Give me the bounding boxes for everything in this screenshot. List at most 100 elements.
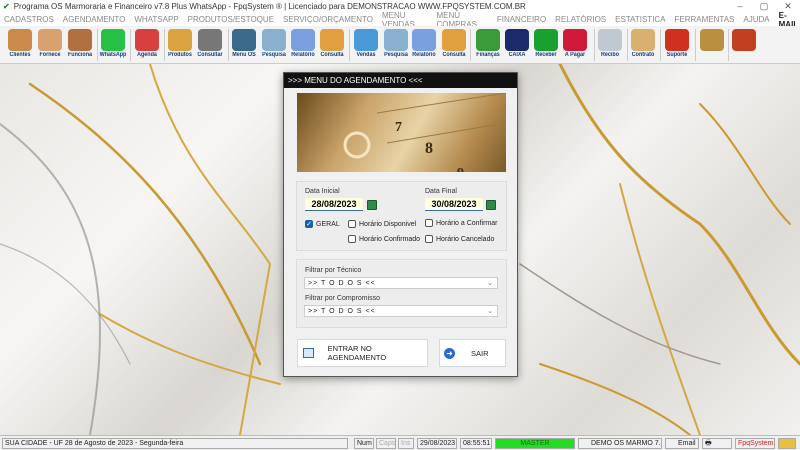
toolbar-button[interactable]: Contrato [628, 27, 658, 63]
window-icon [303, 348, 314, 358]
menu-item[interactable]: ESTATISTICA [615, 15, 665, 24]
toolbar-icon [700, 29, 724, 51]
toolbar-button[interactable]: Consulta [439, 27, 469, 63]
date-end-label: Data Final [425, 188, 457, 195]
toolbar-separator [97, 29, 98, 61]
status-brand: FpqSystem [735, 438, 775, 449]
toolbar-button[interactable]: CAIXA [502, 27, 532, 63]
status-company: DEMO OS MARMO 7.8 [578, 438, 662, 449]
checkbox-horario-disponivel[interactable]: Horário Disponivel [348, 220, 416, 228]
status-caps: Caps [376, 438, 396, 449]
toolbar-icon [598, 29, 622, 51]
toolbar-button[interactable] [697, 27, 727, 63]
filter-compromisso-label: Filtrar por Compromisso [305, 295, 381, 302]
toolbar-icon [442, 29, 466, 51]
toolbar-icon [262, 29, 286, 51]
agenda-menu-dialog: >>> MENU DO AGENDAMENTO <<< 7 8 9 Data Ini… [283, 72, 518, 377]
menu-item[interactable]: FERRAMENTAS [675, 15, 735, 24]
toolbar-separator [349, 29, 350, 61]
filter-compromisso-select[interactable]: >> T O D O S << ⌄ [304, 305, 498, 317]
filters-group: Filtrar por Técnico >> T O D O S << ⌄ Fil… [296, 259, 507, 328]
menu-item[interactable]: WHATSAPP [134, 15, 178, 24]
toolbar-button[interactable]: Relatório [288, 27, 318, 63]
minimize-button[interactable]: – [728, 0, 752, 13]
toolbar-button[interactable]: Receber [531, 27, 561, 63]
svg-text:8: 8 [425, 140, 433, 157]
checkbox-horario-confirmado[interactable]: Horário Confirmado [348, 235, 420, 243]
filter-tecnico-label: Filtrar por Técnico [305, 267, 362, 274]
filter-tecnico-select[interactable]: >> T O D O S << ⌄ [304, 277, 498, 289]
toolbar-button[interactable]: Consultar [195, 27, 225, 63]
toolbar-icon [232, 29, 256, 51]
svg-text:9: 9 [457, 166, 464, 172]
toolbar-button[interactable]: Vendas [351, 27, 381, 63]
arrow-right-icon: ➜ [444, 347, 455, 359]
toolbar-button[interactable]: Suporte [662, 27, 692, 63]
toolbar-button[interactable]: Consulta [317, 27, 347, 63]
checkbox-geral[interactable]: ✓ GERAL [305, 220, 340, 228]
toolbar-separator [728, 29, 729, 61]
toolbar-button[interactable]: Fornece [35, 27, 65, 63]
maximize-button[interactable]: ▢ [752, 0, 776, 13]
checkbox-horario-a-confirmar[interactable]: Horário a Confirmar [425, 219, 497, 227]
toolbar-button[interactable]: Funciona [65, 27, 95, 63]
toolbar-icon [384, 29, 408, 51]
status-time: 08:55:51 [460, 438, 492, 449]
status-email[interactable]: Email [665, 438, 699, 449]
toolbar-button[interactable]: Recibo [595, 27, 625, 63]
toolbar-separator [228, 29, 229, 61]
menu-item[interactable]: PRODUTOS/ESTOQUE [188, 15, 274, 24]
toolbar-icon [38, 29, 62, 51]
toolbar-icon [135, 29, 159, 51]
toolbar-icon [534, 29, 558, 51]
menu-item[interactable]: CADASTROS [4, 15, 54, 24]
chevron-down-icon: ⌄ [487, 280, 493, 287]
toolbar-icon [563, 29, 587, 51]
calendar-icon[interactable] [486, 200, 496, 210]
toolbar-button[interactable] [729, 27, 759, 63]
toolbar-separator [470, 29, 471, 61]
toolbar-icon [354, 29, 378, 51]
exit-button[interactable]: ➜ SAIR [439, 339, 506, 367]
menu-item[interactable]: RELATÓRIOS [555, 15, 606, 24]
toolbar-button[interactable]: Agenda [132, 27, 162, 63]
toolbar-icon [665, 29, 689, 51]
toolbar-separator [594, 29, 595, 61]
toolbar: Clientes Fornece Funciona WhatsApp Agenda Pro… [0, 26, 800, 64]
toolbar-button[interactable]: Menu OS [229, 27, 259, 63]
status-num: Num [354, 438, 374, 449]
toolbar-button[interactable]: Pesquisa [259, 27, 289, 63]
toolbar-icon [476, 29, 500, 51]
toolbar-button[interactable]: A Pagar [560, 27, 590, 63]
enter-agenda-button[interactable]: ENTRAR NO AGENDAMENTO [297, 339, 428, 367]
toolbar-button[interactable]: Produtos [165, 27, 195, 63]
toolbar-icon [8, 29, 32, 51]
checkbox-horario-cancelado[interactable]: Horário Cancelado [425, 235, 494, 243]
toolbar-icon [291, 29, 315, 51]
toolbar-button[interactable]: Finanças [473, 27, 503, 63]
printer-icon[interactable]: 🖶 [702, 438, 732, 449]
menu-item[interactable]: FINANCEIRO [497, 15, 546, 24]
calendar-icon[interactable] [367, 200, 377, 210]
toolbar-separator [660, 29, 661, 61]
date-filter-group: Data Inicial Data Final ✓GERAL Horário D… [296, 181, 507, 251]
user-icon [778, 438, 796, 449]
toolbar-button[interactable]: Relatório [409, 27, 439, 63]
date-end-input[interactable] [425, 198, 483, 211]
calendar-image: 7 8 9 [297, 93, 506, 172]
menu-item[interactable]: AGENDAMENTO [63, 15, 126, 24]
toolbar-icon [631, 29, 655, 51]
app-logo-icon: ✔ [3, 2, 10, 11]
toolbar-separator [164, 29, 165, 61]
date-start-input[interactable] [305, 198, 363, 211]
status-city-date: SUA CIDADE - UF 28 de Agosto de 2023 - S… [2, 438, 348, 449]
menu-item[interactable]: AJUDA [743, 15, 769, 24]
dialog-title: >>> MENU DO AGENDAMENTO <<< [284, 73, 517, 88]
toolbar-separator [695, 29, 696, 61]
toolbar-separator [130, 29, 131, 61]
toolbar-icon [320, 29, 344, 51]
toolbar-button[interactable]: WhatsApp [98, 27, 128, 63]
menu-item[interactable]: SERVIÇO/ORÇAMENTO [283, 15, 373, 24]
toolbar-button[interactable]: Pesquisa [381, 27, 411, 63]
toolbar-button[interactable]: Clientes [5, 27, 35, 63]
